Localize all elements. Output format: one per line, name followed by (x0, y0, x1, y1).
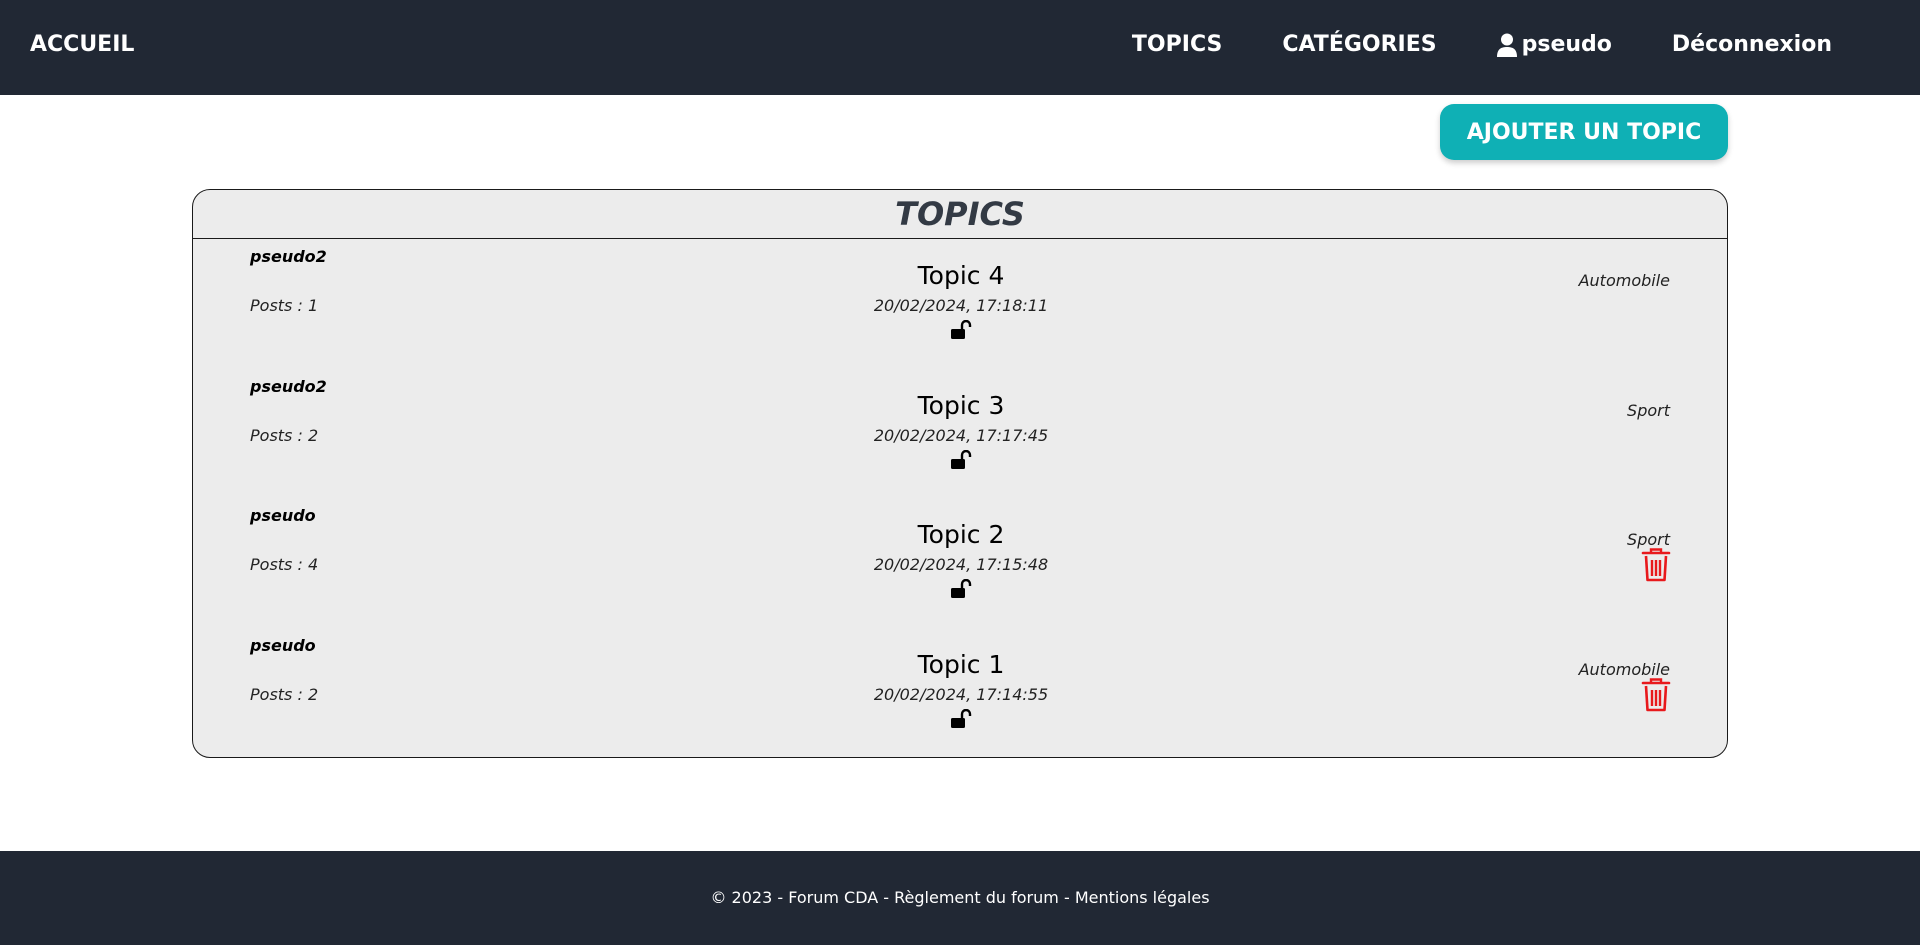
topic-date: 20/02/2024, 17:15:48 (873, 555, 1049, 574)
topic-row: pseudo2 Posts : 2 Topic 3 20/02/2024, 17… (193, 369, 1727, 499)
trash-icon[interactable] (1641, 548, 1671, 582)
footer: © 2023 - Forum CDA - Règlement du forum … (0, 851, 1920, 945)
nav-links: TOPICS CATÉGORIES pseudo Déconnexion (1132, 32, 1832, 57)
topics-header: TOPICS (193, 190, 1727, 239)
nav-profile-link[interactable]: pseudo (1496, 32, 1612, 57)
topic-author[interactable]: pseudo (250, 636, 316, 655)
topic-posts-count: Posts : 4 (250, 555, 319, 574)
topic-category[interactable]: Sport (1627, 401, 1670, 420)
nav-topics-link[interactable]: TOPICS (1132, 32, 1222, 57)
unlocked-icon (951, 579, 972, 598)
topic-date: 20/02/2024, 17:18:11 (873, 296, 1049, 315)
topic-author[interactable]: pseudo (250, 506, 316, 525)
topic-center: Topic 1 20/02/2024, 17:14:55 (661, 650, 1261, 733)
topic-row: pseudo Posts : 2 Topic 1 20/02/2024, 17:… (193, 628, 1727, 758)
topic-center: Topic 3 20/02/2024, 17:17:45 (661, 391, 1261, 474)
nav-categories-link[interactable]: CATÉGORIES (1282, 32, 1436, 57)
trash-icon[interactable] (1641, 677, 1671, 712)
footer-copyright: © 2023 - Forum CDA - (710, 888, 895, 907)
add-topic-button[interactable]: AJOUTER UN TOPIC (1440, 104, 1728, 160)
topic-category[interactable]: Automobile (1579, 660, 1670, 679)
topic-author[interactable]: pseudo2 (250, 247, 327, 266)
topic-posts-count: Posts : 1 (250, 296, 319, 315)
topic-row: pseudo Posts : 4 Topic 2 20/02/2024, 17:… (193, 498, 1727, 628)
topic-center: Topic 2 20/02/2024, 17:15:48 (661, 520, 1261, 603)
topic-posts-count: Posts : 2 (250, 425, 319, 445)
navbar: ACCUEIL TOPICS CATÉGORIES pseudo Déconne… (0, 0, 1920, 95)
topic-row: pseudo2 Posts : 1 Topic 4 20/02/2024, 17… (193, 239, 1727, 369)
unlocked-icon (951, 449, 972, 469)
topic-category[interactable]: Sport (1627, 530, 1670, 549)
topic-title-link[interactable]: Topic 3 (661, 391, 1261, 421)
nav-profile-label: pseudo (1521, 32, 1612, 57)
topic-author[interactable]: pseudo2 (250, 377, 327, 396)
unlocked-icon (951, 708, 972, 728)
topic-title-link[interactable]: Topic 4 (661, 261, 1261, 291)
topic-title-link[interactable]: Topic 1 (661, 650, 1261, 680)
footer-rules-link[interactable]: Règlement du forum (894, 888, 1059, 907)
topic-title-link[interactable]: Topic 2 (661, 520, 1261, 550)
footer-legal-link[interactable]: Mentions légales (1075, 888, 1210, 907)
topic-center: Topic 4 20/02/2024, 17:18:11 (661, 261, 1261, 344)
topic-category[interactable]: Automobile (1579, 271, 1670, 290)
nav-home-link[interactable]: ACCUEIL (30, 32, 134, 57)
topic-posts-count: Posts : 2 (250, 684, 319, 704)
user-icon (1496, 33, 1517, 57)
footer-separator: - (1058, 888, 1075, 907)
nav-logout-link[interactable]: Déconnexion (1672, 32, 1832, 57)
topics-card: TOPICS pseudo2 Posts : 1 Topic 4 20/02/2… (192, 189, 1728, 758)
topic-date: 20/02/2024, 17:14:55 (873, 684, 1049, 704)
topic-date: 20/02/2024, 17:17:45 (873, 425, 1049, 445)
unlocked-icon (951, 320, 972, 339)
